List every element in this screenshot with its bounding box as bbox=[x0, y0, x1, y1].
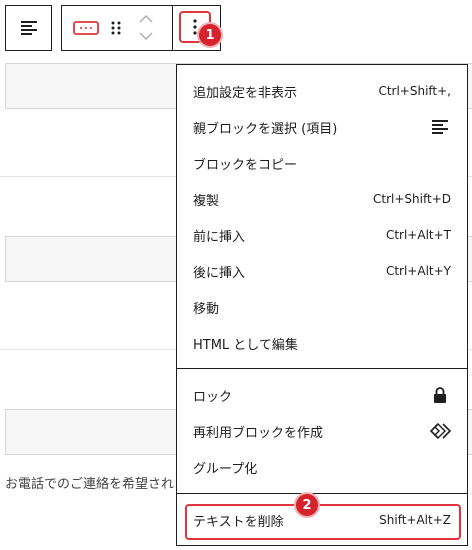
parent-block-icon bbox=[429, 116, 451, 138]
delete-item-highlight bbox=[185, 504, 461, 540]
menu-divider bbox=[177, 493, 467, 494]
menu-item-insert-after[interactable]: 後に挿入 Ctrl+Alt+Y bbox=[177, 253, 467, 289]
menu-item-duplicate[interactable]: 複製 Ctrl+Shift+D bbox=[177, 181, 467, 217]
menu-item-shortcut: Ctrl+Shift+D bbox=[373, 192, 451, 206]
menu-item-copy-block[interactable]: ブロックをコピー bbox=[177, 145, 467, 181]
menu-divider bbox=[177, 368, 467, 369]
menu-item-label: HTML として編集 bbox=[193, 337, 298, 353]
menu-item-group[interactable]: グループ化 bbox=[177, 449, 467, 485]
reusable-block-icon bbox=[429, 420, 451, 442]
menu-item-label: ブロックをコピー bbox=[193, 157, 298, 173]
input-field-icon[interactable] bbox=[72, 16, 100, 40]
menu-item-hide-settings[interactable]: 追加設定を非表示 Ctrl+Shift+, bbox=[177, 73, 467, 109]
helper-text: お電話でのご連絡を希望され bbox=[5, 477, 175, 492]
menu-item-label: 追加設定を非表示 bbox=[193, 85, 298, 101]
drag-handle-icon[interactable] bbox=[106, 16, 126, 40]
menu-item-shortcut: Ctrl+Alt+Y bbox=[385, 264, 451, 278]
menu-item-label: 再利用ブロックを作成 bbox=[193, 425, 324, 441]
menu-item-select-parent[interactable]: 親ブロックを選択 (項目) bbox=[177, 109, 467, 145]
menu-item-label: 移動 bbox=[193, 301, 220, 317]
menu-item-label: 後に挿入 bbox=[193, 265, 246, 281]
move-down-icon[interactable] bbox=[134, 28, 158, 44]
menu-item-label: グループ化 bbox=[193, 461, 258, 477]
block-options-menu: 追加設定を非表示 Ctrl+Shift+, 親ブロックを選択 (項目) ブロック… bbox=[176, 64, 468, 546]
menu-item-shortcut: Ctrl+Alt+T bbox=[385, 228, 451, 242]
block-type-button[interactable] bbox=[5, 5, 52, 51]
align-text-icon bbox=[6, 6, 51, 50]
step-badge-1: 1 bbox=[199, 24, 221, 46]
menu-item-label: ロック bbox=[193, 389, 233, 405]
menu-item-shortcut: Ctrl+Shift+, bbox=[378, 84, 451, 98]
lock-icon bbox=[429, 384, 451, 406]
toolbar-divider bbox=[172, 6, 173, 50]
menu-item-label: 親ブロックを選択 (項目) bbox=[193, 121, 338, 137]
menu-item-lock[interactable]: ロック bbox=[177, 377, 467, 413]
menu-item-insert-before[interactable]: 前に挿入 Ctrl+Alt+T bbox=[177, 217, 467, 253]
menu-item-edit-as-html[interactable]: HTML として編集 bbox=[177, 325, 467, 361]
menu-item-create-reusable[interactable]: 再利用ブロックを作成 bbox=[177, 413, 467, 449]
step-badge-2: 2 bbox=[296, 494, 318, 516]
menu-item-move[interactable]: 移動 bbox=[177, 289, 467, 325]
move-up-icon[interactable] bbox=[134, 11, 158, 27]
menu-item-label: 前に挿入 bbox=[193, 229, 246, 245]
menu-item-label: 複製 bbox=[193, 193, 220, 209]
